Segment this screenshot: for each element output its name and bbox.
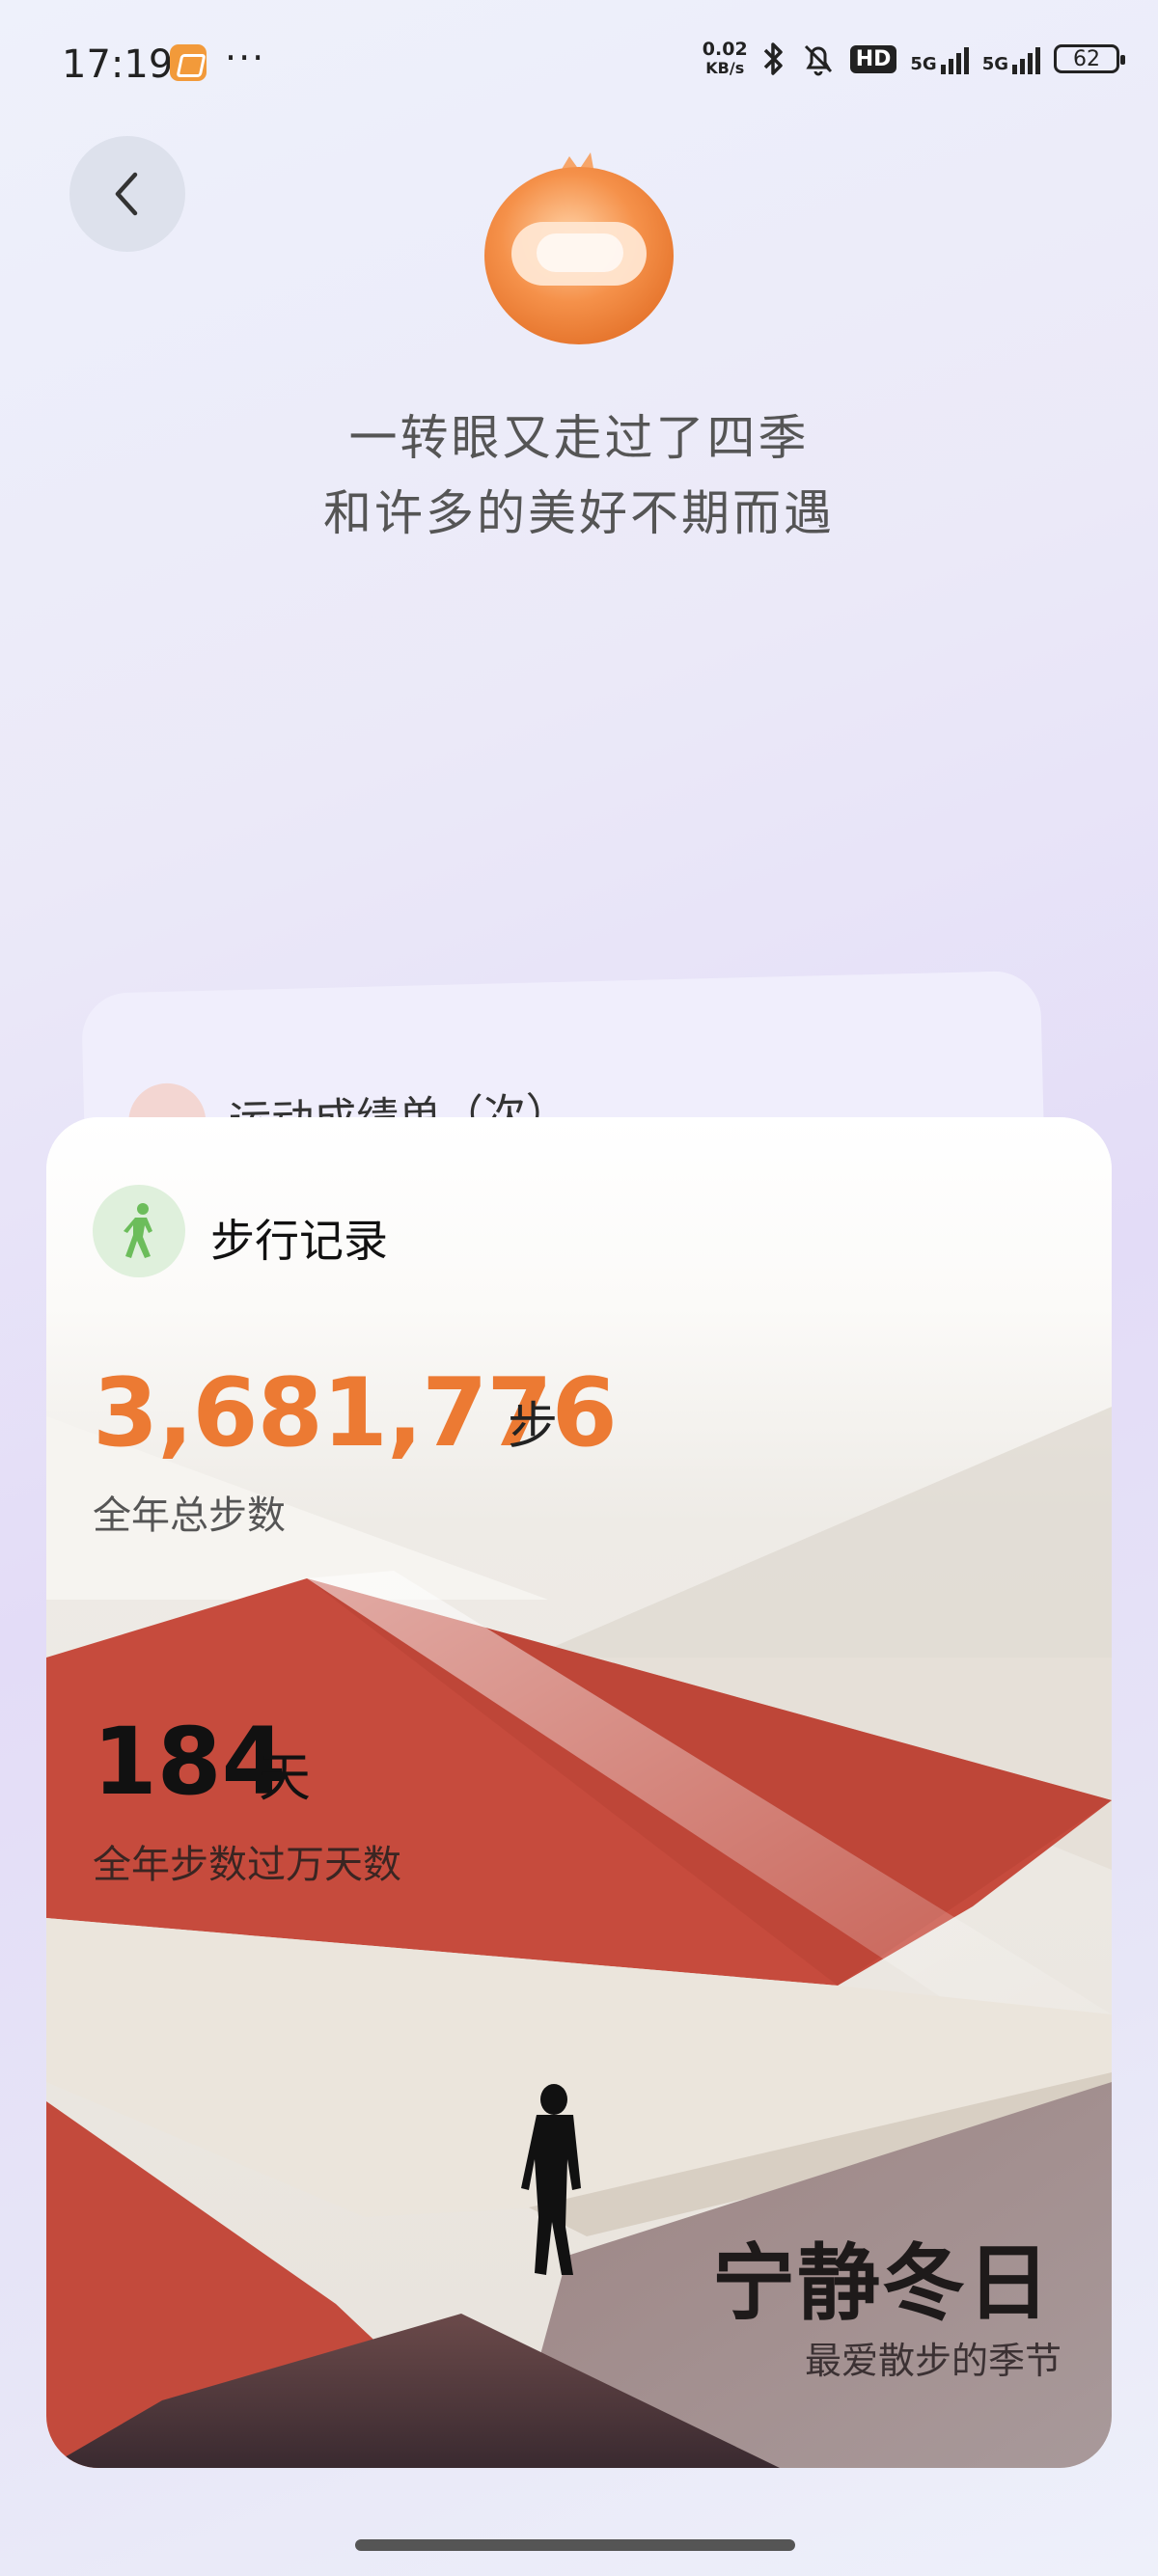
status-bar: 17:19 ··· 0.02 KB/s HD 5G 5G 62: [0, 0, 1158, 130]
signal-5g-2: 5G: [982, 43, 1040, 74]
favorite-season-label: 最爱散步的季节: [804, 2340, 1062, 2382]
total-steps-unit: 步: [508, 1398, 559, 1456]
network-speed: 0.02 KB/s: [702, 39, 748, 78]
headline-line-2: 和许多的美好不期而遇: [323, 485, 835, 541]
app-notification-icon: [170, 44, 207, 81]
total-steps-label: 全年总步数: [93, 1494, 286, 1538]
battery-icon: 62: [1054, 44, 1125, 73]
status-time: 17:19: [62, 42, 174, 87]
mute-bell-icon: [804, 44, 832, 76]
10k-days-label: 全年步数过万天数: [93, 1843, 401, 1887]
status-indicators: 0.02 KB/s HD 5G 5G 62: [702, 39, 1125, 78]
page-headline: 一转眼又走过了四季 和许多的美好不期而遇: [0, 400, 1158, 551]
signal-5g-1: 5G: [910, 43, 969, 74]
home-indicator[interactable]: [355, 2539, 795, 2551]
favorite-season-value: 宁静冬日: [712, 2235, 1052, 2332]
bluetooth-icon: [763, 42, 783, 75]
10k-days-value: 184: [93, 1708, 287, 1816]
back-button[interactable]: [69, 136, 185, 252]
chevron-left-icon: [115, 172, 138, 216]
walking-record-card[interactable]: 步行记录 3,681,776 步 全年总步数 184 天 全年步数过万天数 宁静…: [46, 1117, 1112, 2468]
10k-days-unit: 天: [259, 1747, 311, 1808]
card-title: 步行记录: [210, 1215, 388, 1267]
walking-icon: [93, 1185, 185, 1277]
hd-badge: HD: [849, 44, 897, 73]
more-notifications-icon: ···: [225, 37, 266, 79]
headline-line-1: 一转眼又走过了四季: [348, 410, 810, 466]
mascot-icon: [484, 152, 674, 344]
